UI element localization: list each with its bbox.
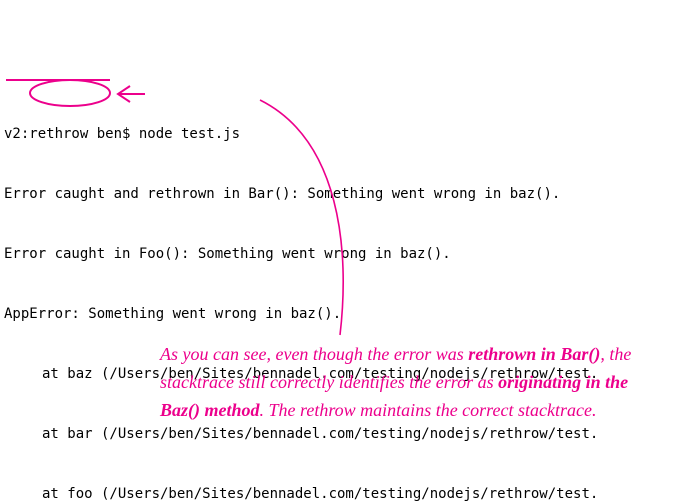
terminal-output: v2:rethrow ben$ node test.js Error caugh… <box>0 80 700 501</box>
typed-command: node test.js <box>139 126 240 142</box>
output-line: AppError: Something went wrong in baz(). <box>4 304 700 324</box>
output-line: Error caught and rethrown in Bar(): Some… <box>4 184 700 204</box>
output-line: Error caught in Foo(): Something went wr… <box>4 244 700 264</box>
shell-prompt: v2:rethrow ben$ <box>4 126 139 142</box>
stack-frame: at bar (/Users/ben/Sites/bennadel.com/te… <box>4 424 700 444</box>
annotation-caption: As you can see, even though the error wa… <box>160 340 660 424</box>
command-line: v2:rethrow ben$ node test.js <box>4 124 700 144</box>
stack-frame: at foo (/Users/ben/Sites/bennadel.com/te… <box>4 484 700 501</box>
